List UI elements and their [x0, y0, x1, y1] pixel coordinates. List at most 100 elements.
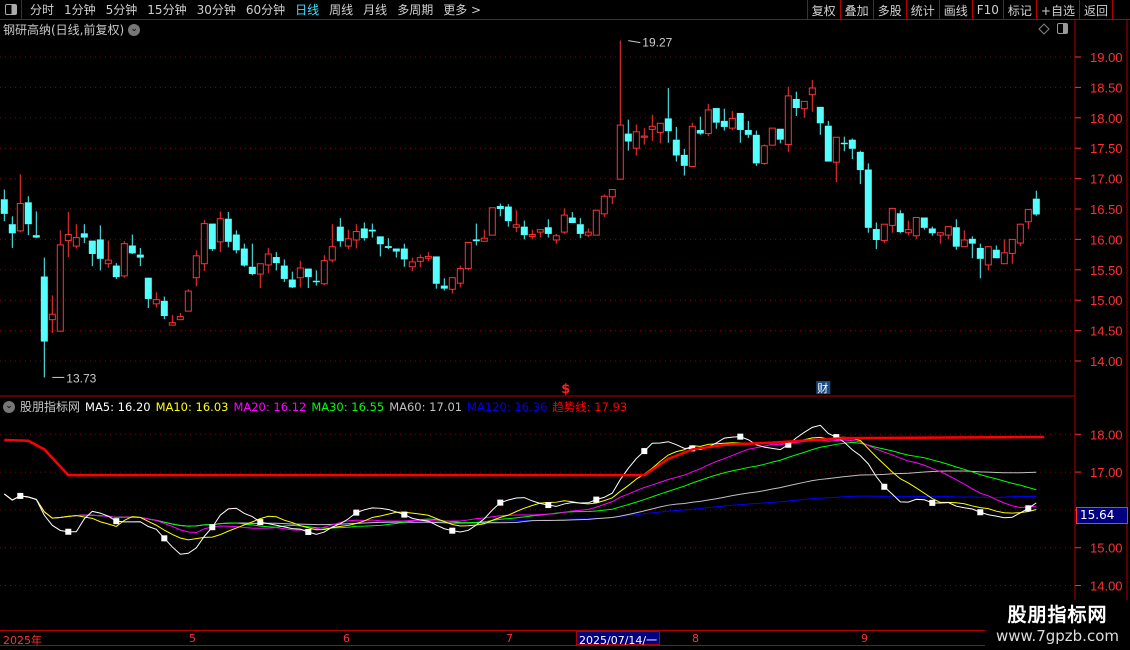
ma5-marker: [449, 527, 456, 534]
candle-down: [1032, 198, 1040, 215]
candle-down: [672, 139, 680, 156]
trend-line: [4, 435, 1045, 477]
candle-down: [88, 240, 96, 254]
legend-trend: 趋势线: 17.93: [552, 399, 628, 414]
candle-down: [664, 118, 672, 132]
candle-up: [616, 124, 624, 180]
candle-up: [56, 244, 64, 332]
ma5-marker: [641, 448, 648, 455]
candle-down: [928, 228, 936, 234]
candle-down: [840, 142, 848, 145]
ma5-marker: [257, 519, 264, 526]
candle-down: [520, 226, 528, 236]
candle-down: [8, 224, 16, 234]
candle-down: [736, 112, 744, 130]
candle-down: [576, 224, 584, 234]
candle-down: [712, 108, 720, 123]
price-tick-label: 15.50: [1090, 263, 1123, 278]
candle-down: [112, 265, 120, 278]
candle-up: [184, 290, 192, 312]
candle-down: [248, 266, 256, 275]
candle-up: [912, 217, 920, 237]
candle-down: [952, 227, 960, 247]
candle-down: [496, 205, 504, 209]
chevron-down-icon[interactable]: ⌄: [3, 400, 15, 413]
candle-up: [168, 322, 176, 326]
watermark-url: www.7gpzb.com: [996, 627, 1119, 645]
candle-up: [904, 229, 912, 234]
price-tick-label: 19.00: [1090, 50, 1123, 65]
candle-down: [368, 229, 376, 232]
candle-up: [120, 243, 128, 277]
price-tick-label: 17.00: [1090, 172, 1123, 187]
candle-up: [728, 117, 736, 129]
candle-down: [232, 234, 240, 251]
candle-down: [776, 128, 784, 140]
candle-up: [416, 257, 424, 262]
candle-down: [136, 254, 144, 258]
candle-down: [360, 228, 368, 239]
ma5-marker: [113, 518, 120, 525]
candle-down: [160, 300, 168, 317]
legend-ma60: MA60: 17.01: [389, 399, 463, 414]
candle-down: [720, 120, 728, 127]
ma5-marker: [401, 511, 408, 518]
candle-up: [808, 87, 816, 96]
ma5-line: [3, 424, 1037, 555]
candle-down: [24, 202, 32, 225]
candle-up: [528, 234, 536, 237]
candle-down: [816, 106, 824, 124]
candle-up: [688, 125, 696, 167]
candle-up: [800, 100, 808, 110]
ma5-marker: [929, 499, 936, 506]
candle-up: [256, 263, 264, 275]
price-tick-label: 14.00: [1090, 354, 1123, 369]
candle-down: [40, 276, 48, 342]
legend-ma120: MA120: 16.36: [467, 399, 548, 414]
date-axis: 2025年 5 6 7 2025/07/14/一 8 9: [0, 630, 1075, 647]
candle-up: [480, 237, 488, 242]
price-tick-label: 16.00: [1090, 232, 1123, 247]
date-label: 8: [692, 632, 699, 645]
legend-ma30: MA30: 16.55: [311, 399, 385, 414]
candle-up: [512, 224, 520, 228]
candle-down: [384, 246, 392, 248]
candle-down: [976, 247, 984, 259]
candle-up: [216, 218, 224, 243]
candle-up: [192, 255, 200, 279]
price-tick-label: 18.50: [1090, 80, 1123, 95]
current-value-label: 15.64: [1076, 507, 1128, 524]
date-label: 9: [861, 632, 868, 645]
price-tick-label: 15.00: [1090, 293, 1123, 308]
price-tick-label: 18.00: [1090, 111, 1123, 126]
candle-up: [464, 241, 472, 270]
candle-down: [824, 125, 832, 162]
indicator-tick-label: 15.00: [1090, 541, 1123, 556]
candle-up: [48, 313, 56, 321]
candle-down: [848, 139, 856, 149]
date-label: 7: [506, 632, 513, 645]
candle-down: [336, 226, 344, 242]
candle-down: [696, 129, 704, 134]
candle-down: [896, 213, 904, 233]
ma5-marker: [305, 528, 312, 535]
candle-up: [944, 226, 952, 236]
candle-down: [32, 235, 40, 238]
candle-down: [144, 277, 152, 299]
candle-up: [1016, 223, 1024, 244]
legend-ma10: MA10: 16.03: [155, 399, 229, 414]
date-label: 2025年: [3, 634, 42, 647]
candle-up: [456, 268, 464, 284]
candle-down: [920, 217, 928, 228]
candle-down: [504, 206, 512, 222]
candle-up: [704, 109, 712, 135]
indicator-tick-label: 17.00: [1090, 465, 1123, 480]
kline-chart[interactable]: 19.00 18.50 18.00 17.50 17.00 16.50 16.00 15.50…: [0, 0, 1130, 650]
candle-down: [856, 151, 864, 171]
high-arrow: [628, 40, 641, 44]
candle-down: [792, 98, 800, 109]
ma5-marker: [593, 496, 600, 503]
high-price-label: 19.27: [642, 36, 672, 50]
candle-down: [752, 134, 760, 164]
ma5-marker: [65, 528, 72, 535]
